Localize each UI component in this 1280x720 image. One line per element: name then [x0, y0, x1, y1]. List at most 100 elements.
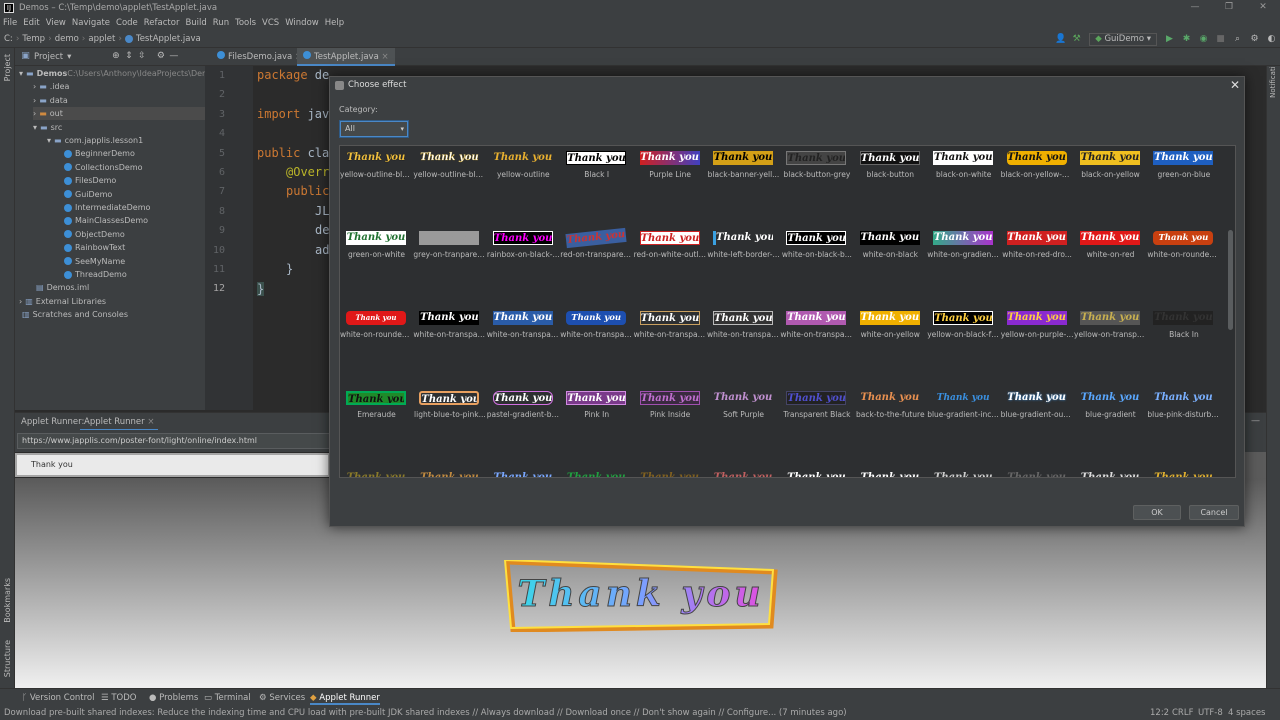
- chevron-right-icon[interactable]: ›: [33, 109, 36, 118]
- tool-problems[interactable]: ● Problems: [149, 693, 198, 703]
- stop-icon[interactable]: ■: [1216, 34, 1225, 44]
- effect-item[interactable]: Thank you blue-gradient-outli...: [1001, 386, 1074, 466]
- tool-services[interactable]: ⚙ Services: [259, 693, 305, 703]
- effect-item[interactable]: Thank you back-to-the-future: [854, 386, 927, 466]
- menu-view[interactable]: View: [46, 18, 66, 28]
- applet-url-field[interactable]: https://www.japplis.com/poster-font/ligh…: [17, 433, 330, 449]
- tab-applet-runner[interactable]: Applet Runner ×: [80, 413, 159, 431]
- menu-window[interactable]: Window: [285, 18, 319, 28]
- tab-testapplet[interactable]: TestApplet.java ×: [297, 48, 395, 66]
- applet-text-field[interactable]: Thank you: [15, 453, 330, 477]
- tree-item[interactable]: ▤ Demos.iml: [33, 281, 205, 294]
- close-window-button[interactable]: ✕: [1246, 0, 1280, 16]
- effect-item[interactable]: Thank you yellow-outline-bla...: [340, 146, 413, 226]
- effect-item[interactable]: Thank you white-on-gradient...: [927, 226, 1000, 306]
- menu-build[interactable]: Build: [185, 18, 206, 28]
- file-encoding[interactable]: UTF-8: [1198, 708, 1223, 718]
- effect-item[interactable]: Thank you white-on-rounded...: [1147, 226, 1220, 306]
- effect-item[interactable]: Thank you white-on-yellow: [854, 306, 927, 386]
- effect-item[interactable]: Thank you black-on-yellow: [1074, 146, 1147, 226]
- effect-item[interactable]: Thank you red-on-white-outli...: [634, 226, 707, 306]
- restore-button[interactable]: ❐: [1212, 0, 1246, 16]
- effect-item[interactable]: Thank you white-on-rounded...: [340, 306, 413, 386]
- effect-item[interactable]: Thank you: [780, 466, 853, 477]
- structure-tool-button[interactable]: Structure: [3, 640, 12, 677]
- debug-icon[interactable]: ✱: [1182, 34, 1191, 44]
- effect-item[interactable]: Thank you yellow-on-transpa...: [1074, 306, 1147, 386]
- effect-item[interactable]: Thank you white-on-black: [854, 226, 927, 306]
- effect-item[interactable]: Thank you blue-pink-disturbed: [1147, 386, 1220, 466]
- tool-applet-runner[interactable]: ◆ Applet Runner: [310, 693, 380, 705]
- gear-icon[interactable]: ⚙: [156, 52, 165, 61]
- chevron-down-icon[interactable]: ▾: [47, 136, 51, 145]
- chevron-down-icon[interactable]: ▾: [33, 123, 37, 132]
- tab-filesdemo[interactable]: FilesDemo.java ×: [211, 48, 308, 66]
- effect-item[interactable]: Thank you black-button: [854, 146, 927, 226]
- effect-item[interactable]: Thank you Black I: [560, 146, 633, 226]
- effect-item[interactable]: Thank you: [1001, 466, 1074, 477]
- dialog-close-button[interactable]: ✕: [1227, 77, 1243, 93]
- chevron-down-icon[interactable]: ▾: [67, 52, 71, 62]
- effect-item[interactable]: Thank you yellow-outline-bla...: [413, 146, 486, 226]
- effect-item[interactable]: Thank you white-on-transpar...: [634, 306, 707, 386]
- effect-item[interactable]: Thank you Purple Line: [634, 146, 707, 226]
- effect-item[interactable]: Thank you white-left-border-...: [707, 226, 780, 306]
- tree-item[interactable]: › ▥ External Libraries: [19, 295, 205, 308]
- close-icon[interactable]: ×: [381, 52, 388, 62]
- effect-item[interactable]: Thank you white-on-transpar...: [707, 306, 780, 386]
- effect-item[interactable]: Thank you: [487, 466, 560, 477]
- tree-item[interactable]: MainClassesDemo: [61, 214, 205, 227]
- effect-item[interactable]: Thank you red-on-transparen...: [560, 226, 633, 306]
- effect-item[interactable]: Thank you: [413, 466, 486, 477]
- effect-item[interactable]: Thank you white-on-transpar...: [560, 306, 633, 386]
- menu-help[interactable]: Help: [325, 18, 344, 28]
- status-message[interactable]: Download pre-built shared indexes: Reduc…: [4, 708, 847, 718]
- hide-icon[interactable]: —: [1251, 416, 1260, 426]
- effect-item[interactable]: Thank you black-button-grey: [780, 146, 853, 226]
- tree-item[interactable]: SeeMyName: [61, 255, 205, 268]
- effect-item[interactable]: Thank you grey-on-tranparen...: [413, 226, 486, 306]
- user-icon[interactable]: 👤: [1055, 34, 1066, 44]
- chevron-right-icon[interactable]: ›: [33, 96, 36, 105]
- category-select[interactable]: All ▾: [340, 121, 408, 137]
- chevron-right-icon[interactable]: ›: [19, 297, 22, 306]
- menu-navigate[interactable]: Navigate: [72, 18, 110, 28]
- hammer-build-icon[interactable]: ⚒: [1072, 34, 1081, 44]
- tool-todo[interactable]: ☰ TODO: [101, 693, 136, 703]
- tree-item[interactable]: ▥ Scratches and Consoles: [19, 308, 205, 321]
- code-with-me-icon[interactable]: ◐: [1267, 34, 1276, 44]
- menu-refactor[interactable]: Refactor: [144, 18, 180, 28]
- breadcrumb-temp[interactable]: Temp: [22, 34, 45, 44]
- tree-item[interactable]: ▾ ▬ com.japplis.lesson1: [47, 134, 205, 147]
- chevron-right-icon[interactable]: ›: [33, 82, 36, 91]
- ok-button[interactable]: OK: [1133, 505, 1181, 520]
- hide-icon[interactable]: —: [169, 52, 178, 61]
- tree-item[interactable]: ▾ ▬ src: [33, 121, 205, 134]
- tree-item[interactable]: › ▬ .idea: [33, 80, 205, 93]
- project-tool-button[interactable]: Project: [3, 54, 12, 81]
- menu-tools[interactable]: Tools: [235, 18, 256, 28]
- breadcrumb-demo[interactable]: demo: [55, 34, 79, 44]
- close-icon[interactable]: ×: [147, 417, 154, 427]
- chevron-down-icon[interactable]: ▾: [19, 69, 23, 78]
- effect-item[interactable]: Thank you blue-gradient-incli...: [927, 386, 1000, 466]
- effect-item[interactable]: Thank you: [340, 466, 413, 477]
- project-view-select[interactable]: Project: [34, 52, 63, 62]
- effect-item[interactable]: Thank you white-on-transpar...: [487, 306, 560, 386]
- tree-item[interactable]: ThreadDemo: [61, 268, 205, 281]
- tool-version-control[interactable]: ᚴ Version Control: [22, 693, 95, 703]
- effect-item[interactable]: Thank you blue-gradient: [1074, 386, 1147, 466]
- effect-item[interactable]: Thank you white-on-red-dro...: [1001, 226, 1074, 306]
- breadcrumb-drive[interactable]: C:: [4, 34, 13, 44]
- effect-item[interactable]: Thank you Emeraude: [340, 386, 413, 466]
- effect-item[interactable]: Thank you black-banner-yell...: [707, 146, 780, 226]
- menu-run[interactable]: Run: [213, 18, 229, 28]
- cancel-button[interactable]: Cancel: [1189, 505, 1239, 520]
- tree-item[interactable]: ▾ ▬ Demos C:\Users\Anthony\IdeaProjects\De…: [19, 67, 219, 80]
- effect-item[interactable]: Thank you: [1147, 466, 1220, 477]
- menu-code[interactable]: Code: [116, 18, 138, 28]
- effect-item[interactable]: Thank you green-on-white: [340, 226, 413, 306]
- search-icon[interactable]: ⌕: [1233, 34, 1242, 44]
- expand-all-icon[interactable]: ⇕: [124, 52, 133, 61]
- effect-item[interactable]: Thank you: [707, 466, 780, 477]
